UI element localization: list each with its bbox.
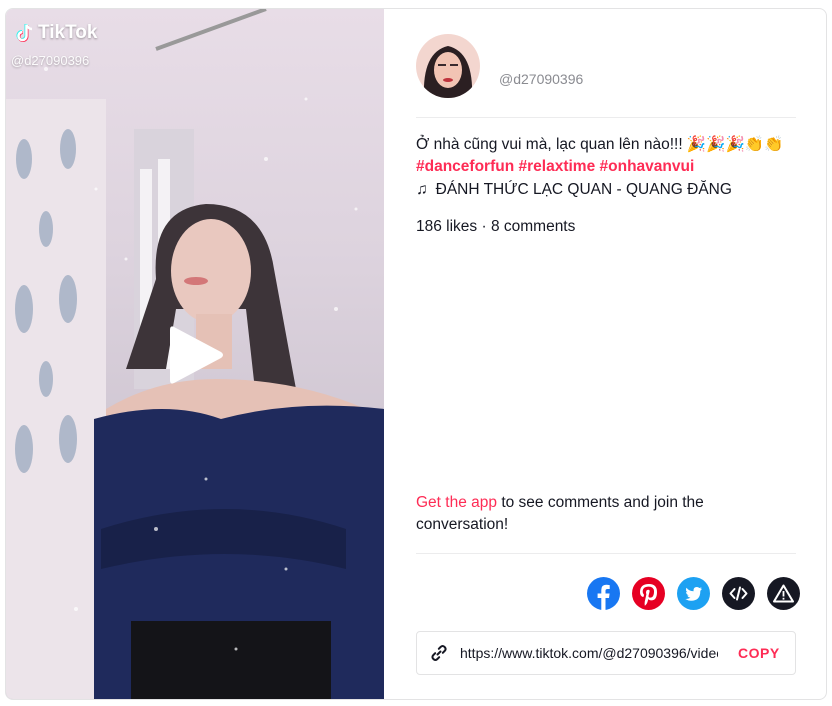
play-icon bbox=[170, 326, 223, 384]
music-title: ĐÁNH THỨC LẠC QUAN - QUANG ĐĂNG bbox=[435, 181, 732, 198]
copy-link-button[interactable]: COPY bbox=[738, 645, 780, 661]
music-note-icon: ♫ bbox=[416, 181, 428, 198]
music-link[interactable]: ♫ ĐÁNH THỨC LẠC QUAN - QUANG ĐĂNG bbox=[416, 181, 732, 199]
get-app-link[interactable]: Get the app bbox=[416, 494, 497, 511]
hashtag-onhavanvui[interactable]: #onhavanvui bbox=[600, 158, 695, 175]
header-divider bbox=[416, 117, 796, 118]
share-url-input[interactable] bbox=[460, 645, 718, 661]
hashtag-danceforfun[interactable]: #danceforfun bbox=[416, 158, 514, 175]
post-stats: 186 likes · 8 comments bbox=[416, 218, 576, 235]
link-icon bbox=[429, 642, 451, 664]
author-avatar[interactable] bbox=[416, 34, 480, 98]
embed-code-button[interactable] bbox=[722, 577, 755, 610]
pinterest-icon bbox=[640, 584, 657, 606]
comments-cta: Get the app to see comments and join the… bbox=[416, 492, 796, 536]
video-handle-overlay: @d27090396 bbox=[11, 53, 90, 68]
author-handle[interactable]: @d27090396 bbox=[499, 71, 583, 87]
caption-text: Ở nhà cũng vui mà, lạc quan lên nào!!! 🎉… bbox=[416, 136, 784, 153]
share-buttons bbox=[587, 577, 800, 610]
hashtag-relaxtime[interactable]: #relaxtime bbox=[519, 158, 596, 175]
code-icon bbox=[729, 586, 748, 601]
twitter-icon bbox=[685, 587, 702, 601]
avatar-image bbox=[416, 34, 480, 98]
tiktok-logo: TikTok bbox=[12, 21, 97, 45]
cta-divider bbox=[416, 553, 796, 554]
video-player[interactable]: TikTok @d27090396 bbox=[6, 9, 384, 699]
share-twitter-button[interactable] bbox=[677, 577, 710, 610]
share-link-box: COPY bbox=[416, 631, 796, 675]
tiktok-note-icon bbox=[16, 24, 33, 42]
tiktok-embed-card: TikTok @d27090396 @d27090396 Ở nhà cũng … bbox=[5, 8, 827, 700]
report-button[interactable] bbox=[767, 577, 800, 610]
tiktok-brand-label: TikTok bbox=[38, 22, 98, 43]
post-info-panel: @d27090396 Ở nhà cũng vui mà, lạc quan l… bbox=[385, 9, 826, 699]
share-facebook-button[interactable] bbox=[587, 577, 620, 610]
facebook-icon bbox=[597, 584, 610, 610]
post-caption: Ở nhà cũng vui mà, lạc quan lên nào!!! 🎉… bbox=[416, 134, 806, 178]
warning-icon bbox=[773, 584, 794, 603]
play-button[interactable] bbox=[166, 323, 226, 387]
share-pinterest-button[interactable] bbox=[632, 577, 665, 610]
